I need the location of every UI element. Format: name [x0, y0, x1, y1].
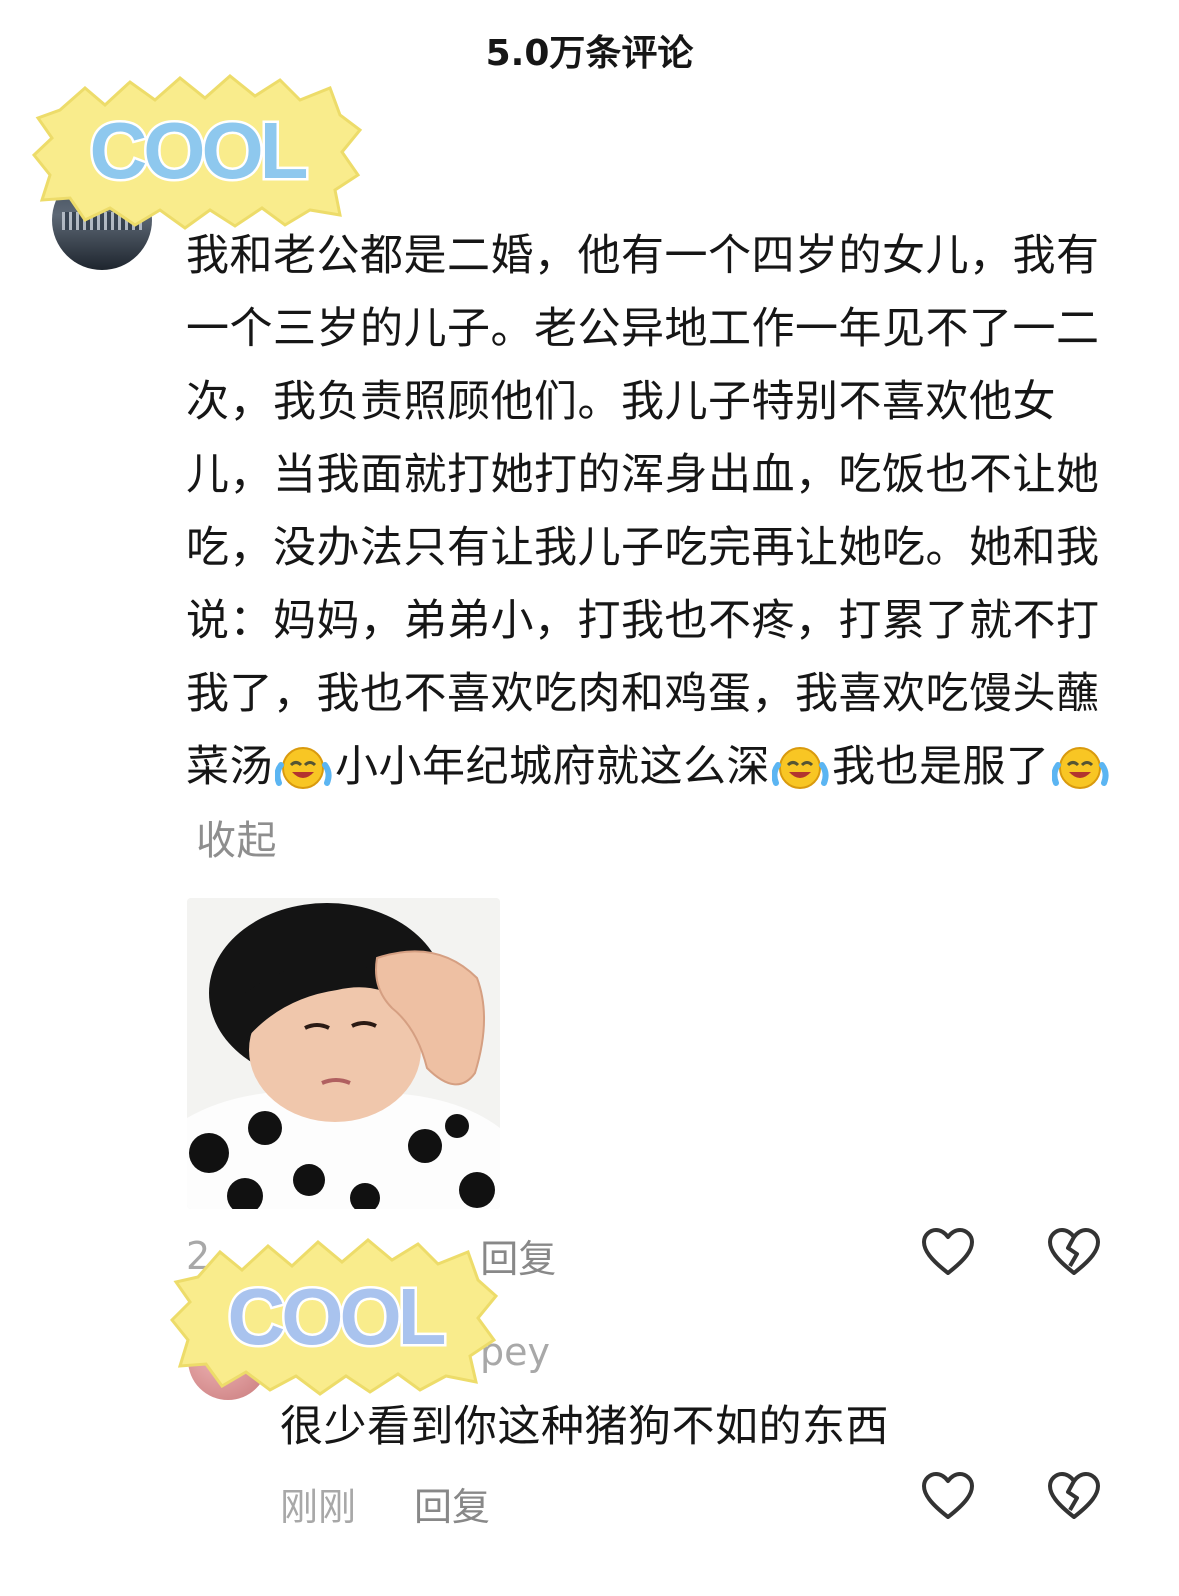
comment-text-part-3: 我也是服了 — [832, 742, 1050, 792]
laughing-crying-emoji-icon — [275, 741, 333, 791]
heart-icon[interactable] — [920, 1470, 976, 1522]
laughing-crying-emoji-icon — [772, 741, 830, 791]
comment-text-part-2: 小小年纪城府就这么深 — [335, 742, 770, 792]
laughing-crying-emoji-icon — [1051, 741, 1110, 791]
broken-heart-icon[interactable] — [1046, 1470, 1102, 1522]
comments-screen: 5.0万条评论 COOL 我和老公都是二婚，他有一个四岁的女儿，我有一个三岁的儿… — [0, 0, 1179, 1596]
collapse-button[interactable]: 收起 — [196, 818, 277, 864]
cool-sticker: COOL — [30, 70, 365, 230]
cool-sticker-text: COOL — [227, 1272, 444, 1361]
comment-image[interactable] — [187, 898, 500, 1209]
cool-sticker-text: COOL — [89, 106, 306, 195]
reply-meta: 刚刚 回复 — [280, 1476, 490, 1531]
reply-body: 很少看到你这种猪狗不如的东西 — [280, 1402, 889, 1452]
comment-count-title: 5.0万条评论 — [485, 33, 694, 74]
heart-icon[interactable] — [920, 1226, 976, 1278]
reply-button[interactable]: 回复 — [414, 1476, 490, 1531]
cool-sticker: COOL — [170, 1232, 500, 1397]
reply-time: 刚刚 — [280, 1485, 357, 1529]
comment-text-part-1: 我和老公都是二婚，他有一个四岁的女儿，我有一个三岁的儿子。老公异地工作一年见不了… — [186, 231, 1100, 792]
comment-body: 我和老公都是二婚，他有一个四岁的女儿，我有一个三岁的儿子。老公异地工作一年见不了… — [186, 220, 1116, 878]
broken-heart-icon[interactable] — [1046, 1226, 1102, 1278]
